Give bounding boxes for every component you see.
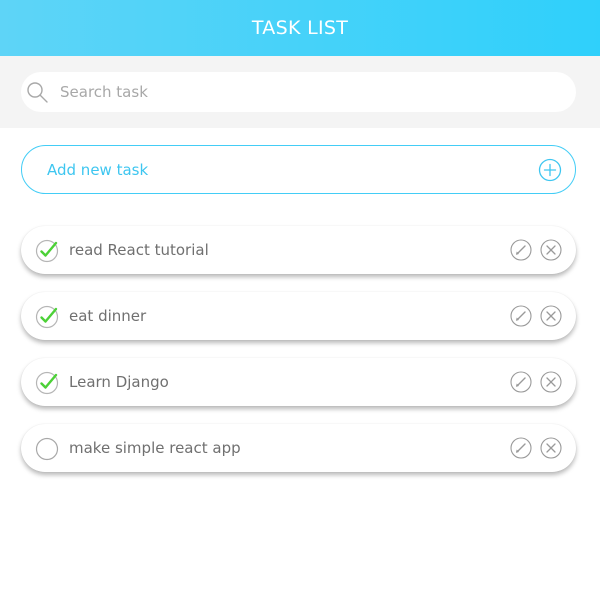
checked-checkbox-icon[interactable]: [35, 239, 59, 263]
search-icon: [27, 82, 48, 103]
delete-x-icon[interactable]: [540, 239, 562, 261]
search-input[interactable]: [60, 72, 560, 112]
checked-checkbox-icon[interactable]: [35, 305, 59, 329]
task-label: eat dinner: [69, 307, 147, 325]
edit-pencil-icon[interactable]: [510, 305, 532, 327]
add-task-label: Add new task: [47, 161, 149, 179]
unchecked-checkbox-icon[interactable]: [35, 437, 59, 461]
delete-x-icon[interactable]: [540, 305, 562, 327]
task-item: Learn Django: [21, 358, 576, 406]
task-item: make simple react app: [21, 424, 576, 472]
delete-x-icon[interactable]: [540, 437, 562, 459]
page-title: TASK LIST: [251, 17, 349, 39]
app-header: TASK LIST: [0, 0, 600, 56]
delete-x-icon[interactable]: [540, 371, 562, 393]
edit-pencil-icon[interactable]: [510, 239, 532, 261]
plus-circle-icon[interactable]: [538, 158, 562, 182]
search-bar-area: [0, 56, 600, 128]
task-label: read React tutorial: [69, 241, 209, 259]
task-label: make simple react app: [69, 439, 241, 457]
edit-pencil-icon[interactable]: [510, 371, 532, 393]
task-item: read React tutorial: [21, 226, 576, 274]
edit-pencil-icon[interactable]: [510, 437, 532, 459]
task-item: eat dinner: [21, 292, 576, 340]
task-label: Learn Django: [69, 373, 169, 391]
task-list: read React tutorial eat dinner Learn Dja…: [21, 226, 576, 490]
add-task-button[interactable]: Add new task: [21, 145, 576, 194]
checked-checkbox-icon[interactable]: [35, 371, 59, 395]
